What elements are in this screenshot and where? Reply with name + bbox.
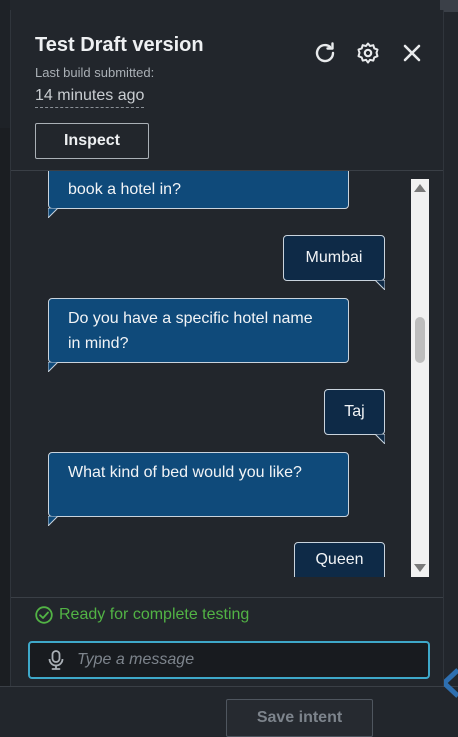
- bot-message: book a hotel in?: [48, 171, 349, 209]
- message-text: Do you have a specific hotel name in min…: [68, 310, 313, 352]
- chat-transcript: book a hotel in? Mumbai Do you have a sp…: [11, 171, 443, 577]
- build-time[interactable]: 14 minutes ago: [35, 87, 145, 108]
- check-circle-icon: [35, 606, 53, 624]
- scroll-down-arrow-icon[interactable]: [411, 559, 429, 577]
- message-input-box[interactable]: [28, 641, 430, 679]
- message-text: Queen: [315, 551, 364, 568]
- close-icon[interactable]: [400, 41, 424, 65]
- build-label: Last build submitted:: [35, 65, 155, 80]
- bubble-tail: [48, 362, 58, 372]
- user-message: Taj: [324, 389, 385, 435]
- bubble-tail: [48, 208, 58, 218]
- divider: [11, 597, 443, 598]
- message-input[interactable]: [77, 651, 407, 669]
- message-text: book a hotel in?: [68, 181, 181, 198]
- inspect-button[interactable]: Inspect: [35, 123, 149, 159]
- message-text: Taj: [344, 403, 365, 420]
- scroll-up-arrow-icon[interactable]: [411, 179, 429, 197]
- settings-icon[interactable]: [356, 41, 380, 65]
- message-text: Mumbai: [305, 249, 363, 266]
- status-text: Ready for complete testing: [59, 606, 250, 623]
- background-left-shadow: [0, 128, 10, 688]
- panel-header: Test Draft version Last build submitted:…: [11, 10, 443, 171]
- user-message: Queen: [294, 542, 385, 577]
- bubble-tail: [48, 516, 58, 526]
- chat-scrollbar[interactable]: [411, 179, 429, 577]
- test-bot-panel: Test Draft version Last build submitted:…: [10, 10, 444, 686]
- scroll-thumb[interactable]: [415, 317, 425, 363]
- refresh-icon[interactable]: [313, 41, 337, 65]
- save-intent-button[interactable]: Save intent: [226, 699, 373, 737]
- bot-message: Do you have a specific hotel name in min…: [48, 298, 349, 363]
- panel-title: Test Draft version: [35, 34, 204, 56]
- bubble-tail: [375, 280, 385, 290]
- status-indicator: Ready for complete testing: [35, 606, 249, 624]
- message-text: What kind of bed would you like?: [68, 464, 302, 481]
- bot-message: What kind of bed would you like?: [48, 452, 349, 517]
- microphone-icon[interactable]: [45, 649, 67, 671]
- bubble-tail: [375, 434, 385, 444]
- user-message: Mumbai: [283, 235, 385, 281]
